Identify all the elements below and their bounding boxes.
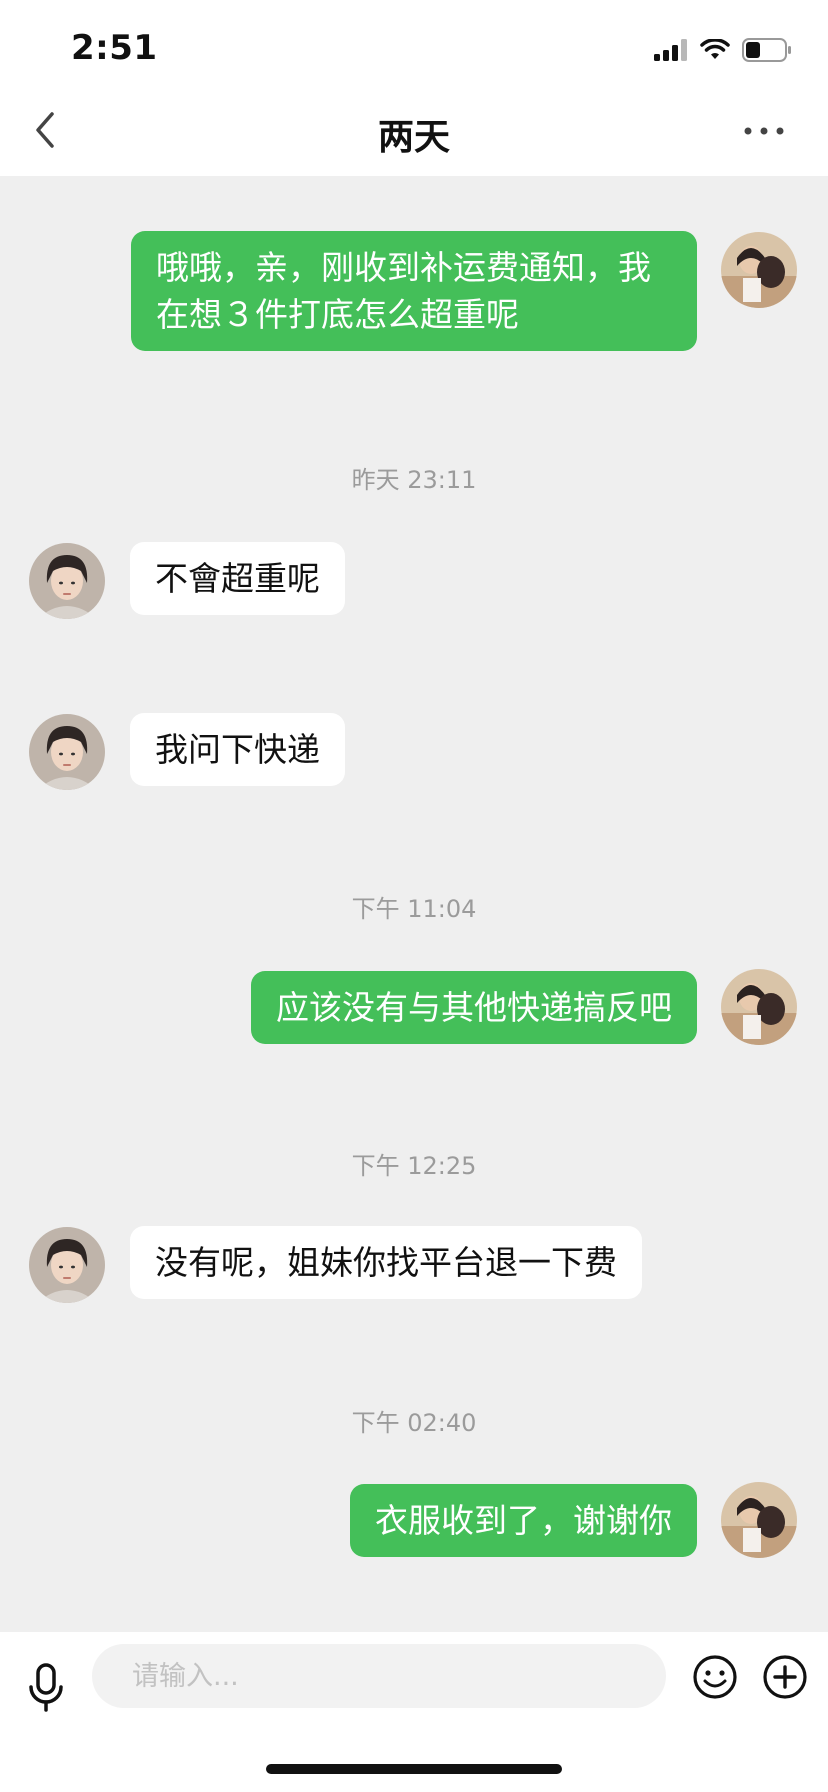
message-timestamp: 昨天 23:11 (351, 466, 477, 494)
avatar-image (721, 1482, 797, 1558)
plus-circle-icon[interactable] (762, 1654, 808, 1700)
input-bar (0, 1632, 828, 1792)
avatar-image (721, 232, 797, 308)
page-title: 两天 (377, 117, 450, 158)
contact-avatar[interactable] (29, 543, 105, 619)
microphone-icon[interactable] (26, 1662, 66, 1714)
wifi-icon (700, 39, 730, 59)
status-icons (654, 36, 792, 64)
message-bubble-received[interactable]: 不會超重呢 (130, 542, 345, 615)
contact-avatar[interactable] (29, 1227, 105, 1303)
avatar-image (29, 543, 105, 619)
message-timestamp: 下午 11:04 (351, 895, 477, 923)
avatar-image (721, 969, 797, 1045)
my-avatar[interactable] (721, 232, 797, 308)
avatar-image (29, 714, 105, 790)
top-bar: 2:51 两天 (0, 0, 828, 176)
message-bubble-sent[interactable]: 衣服收到了，谢谢你 (350, 1484, 697, 1557)
battery-icon (742, 38, 791, 62)
message-timestamp: 下午 12:25 (351, 1152, 477, 1180)
chat-screen: 2:51 两天 哦哦，亲，刚收到补运费通知，我在想３件打底怎么超重呢 昨天 23… (0, 0, 828, 1792)
my-avatar[interactable] (721, 1482, 797, 1558)
avatar-image (29, 1227, 105, 1303)
message-bubble-received[interactable]: 没有呢，姐妹你找平台退一下费 (130, 1226, 642, 1299)
more-button[interactable] (736, 116, 792, 146)
home-indicator[interactable] (266, 1764, 562, 1774)
contact-avatar[interactable] (29, 714, 105, 790)
message-list: 哦哦，亲，刚收到补运费通知，我在想３件打底怎么超重呢 昨天 23:11 不會超重… (0, 176, 828, 1632)
message-bubble-sent[interactable]: 哦哦，亲，刚收到补运费通知，我在想３件打底怎么超重呢 (131, 231, 697, 351)
emoji-icon[interactable] (692, 1654, 738, 1700)
message-bubble-received[interactable]: 我问下快递 (130, 713, 345, 786)
signal-icon (654, 39, 687, 61)
message-input[interactable] (92, 1644, 666, 1708)
message-timestamp: 下午 02:40 (351, 1409, 477, 1437)
message-bubble-sent[interactable]: 应该没有与其他快递搞反吧 (251, 971, 697, 1044)
status-time: 2:51 (71, 28, 158, 68)
my-avatar[interactable] (721, 969, 797, 1045)
